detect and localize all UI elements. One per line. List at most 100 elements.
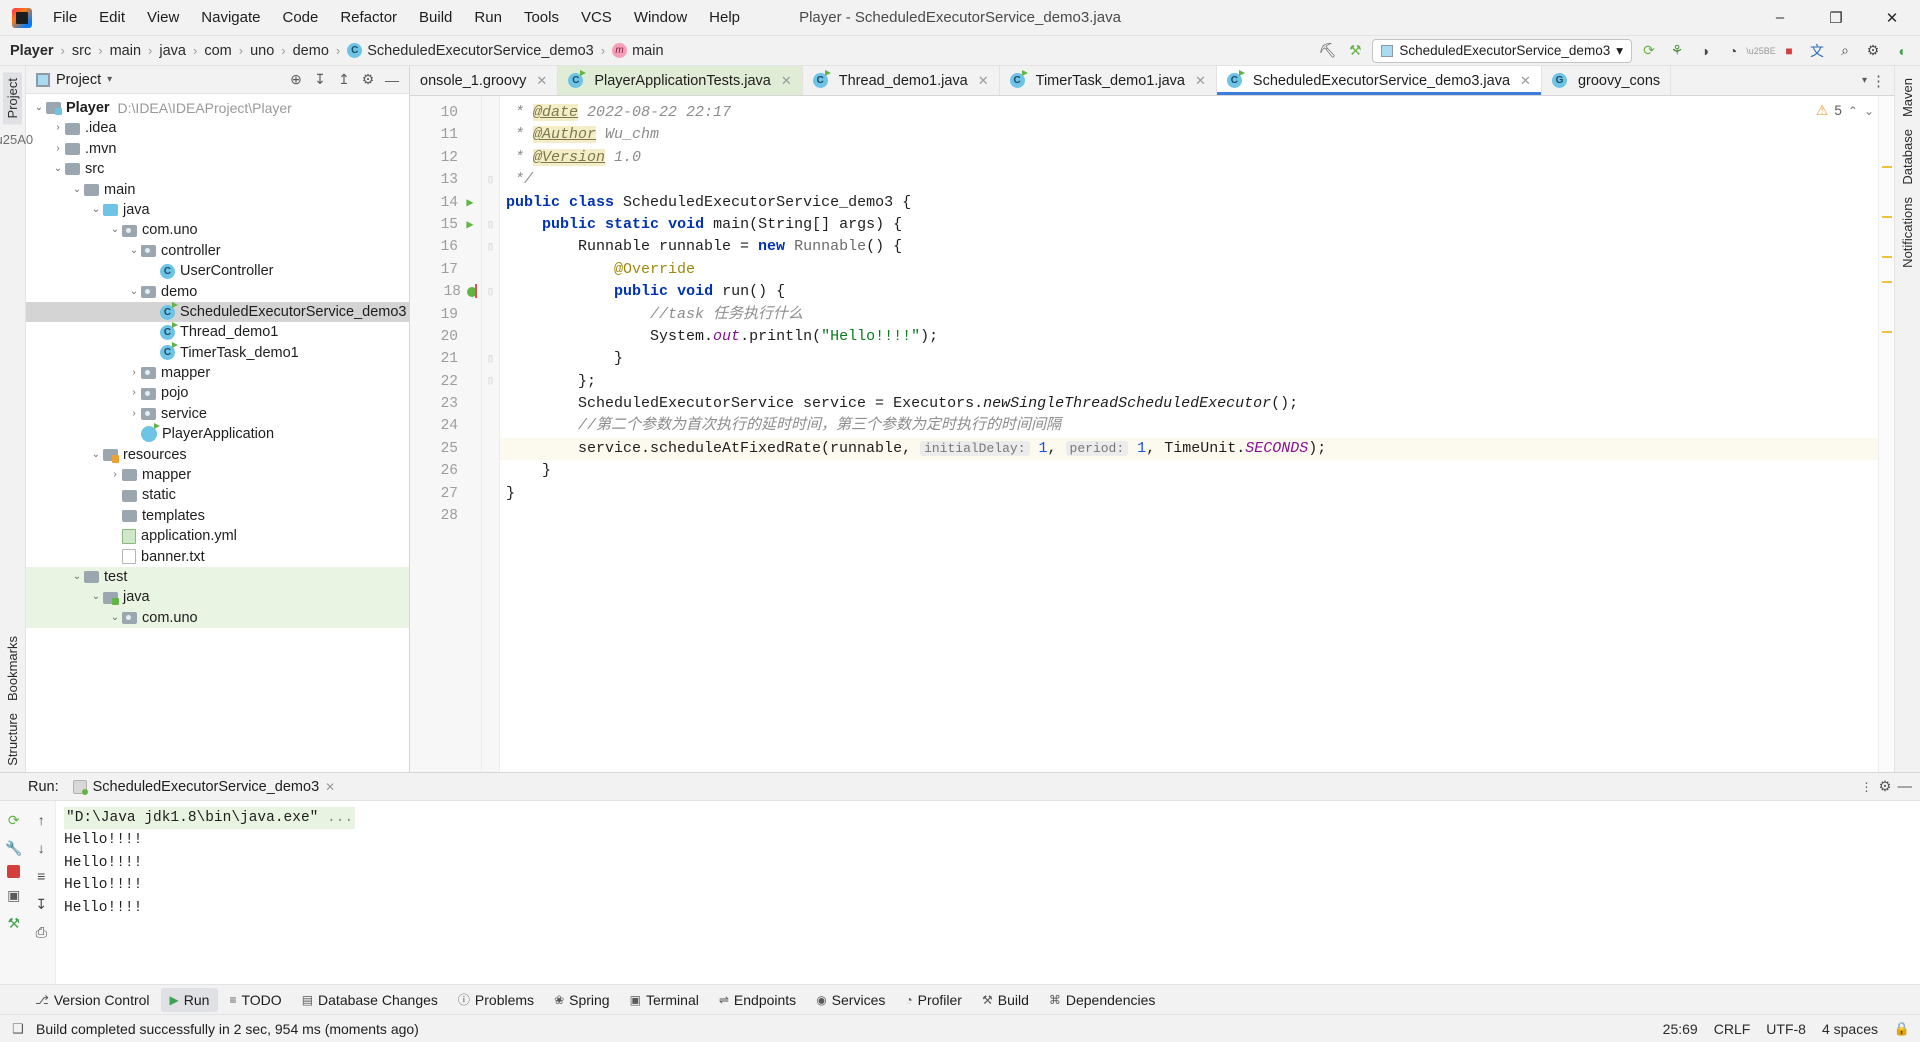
close-icon[interactable]: ✕ (978, 73, 989, 89)
chevron-right-icon[interactable]: › (51, 139, 65, 159)
fold-marker[interactable]: ⌷ (482, 236, 499, 258)
tree-node[interactable]: C TimerTask_demo1 (26, 342, 409, 363)
tree-node[interactable]: ⌄ demo (26, 282, 409, 302)
tool-window-button-notifications[interactable]: Notifications (1898, 191, 1917, 274)
tree-node[interactable]: PlayerApplication (26, 423, 409, 444)
run-console-output[interactable]: "D:\Java jdk1.8\bin\java.exe" ... Hello!!… (56, 801, 1920, 984)
tool-window-button-project[interactable]: Project (3, 72, 22, 125)
tree-node[interactable]: ⌄ com.uno (26, 220, 409, 240)
rerun-icon[interactable]: ⟳ (3, 809, 25, 831)
chevron-up-icon[interactable]: ⌃ (1848, 104, 1858, 118)
menu-vcs[interactable]: VCS (570, 5, 623, 30)
run-tab[interactable]: ScheduledExecutorService_demo3 ✕ (67, 777, 342, 797)
chevron-down-icon[interactable]: ⌄ (1864, 104, 1874, 118)
chevron-down-icon[interactable]: ⌄ (108, 220, 122, 240)
hide-icon[interactable]: — (381, 69, 403, 91)
run-gutter-icon[interactable]: ▶ (463, 214, 477, 236)
bottom-bar-version-control[interactable]: ⎇ Version Control (26, 988, 159, 1012)
ide-eval-icon[interactable]: ◖ (1890, 40, 1912, 62)
gutter-line[interactable]: 14 ▶ (410, 192, 481, 214)
editor-tab[interactable]: onsole_1.groovy ✕ (410, 66, 559, 95)
scroll-end-icon[interactable]: ↧ (30, 893, 52, 915)
code-line[interactable]: public void run() { (500, 281, 1878, 303)
fold-marker[interactable] (482, 192, 499, 214)
line-separator[interactable]: CRLF (1714, 1021, 1751, 1037)
settings-gear-icon[interactable]: ⚙ (357, 69, 379, 91)
chevron-down-icon[interactable]: ⌄ (127, 282, 141, 302)
inspection-mark[interactable] (1882, 281, 1892, 283)
tree-node[interactable]: templates (26, 506, 409, 526)
menu-refactor[interactable]: Refactor (329, 5, 408, 30)
gutter-line[interactable]: 27 (410, 483, 481, 505)
breadcrumb-src[interactable]: src (72, 43, 91, 59)
menu-window[interactable]: Window (623, 5, 698, 30)
chevron-right-icon[interactable]: › (127, 404, 141, 424)
indent-setting[interactable]: 4 spaces (1822, 1021, 1878, 1037)
breakpoint-icon[interactable] (467, 284, 477, 299)
chevron-right-icon[interactable]: › (127, 383, 141, 403)
gutter-line[interactable]: 13 (410, 169, 481, 191)
code-line[interactable]: * @Version 1.0 (500, 147, 1878, 169)
bottom-bar-database-changes[interactable]: ▤ Database Changes (293, 988, 447, 1012)
gutter-line[interactable]: 20 (410, 326, 481, 348)
menu-bar[interactable]: File Edit View Navigate Code Refactor Bu… (42, 5, 751, 30)
code-line[interactable]: //第二个参数为首次执行的延时时间，第三个参数为定时执行的时间间隔 (500, 415, 1878, 437)
chevron-down-icon[interactable]: ⌄ (89, 445, 103, 465)
fold-marker[interactable] (482, 124, 499, 146)
settings-gear-icon[interactable]: ⚙ (1862, 40, 1884, 62)
fold-marker[interactable] (482, 326, 499, 348)
tree-node[interactable]: ⌄ controller (26, 241, 409, 261)
chevron-down-icon[interactable]: \u25BE (1746, 40, 1776, 62)
settings-gear-icon[interactable]: ⚙ (1879, 779, 1892, 795)
fold-marker[interactable]: ⌷ (482, 214, 499, 236)
inspection-widget[interactable]: ⚠ 5 ⌃ ⌄ (1816, 102, 1874, 119)
menu-view[interactable]: View (136, 5, 190, 30)
breadcrumb-uno[interactable]: uno (250, 43, 274, 59)
user-settings-icon[interactable]: ⛏ (1316, 40, 1338, 62)
close-button[interactable]: ✕ (1864, 0, 1920, 36)
code-line[interactable]: service.scheduleAtFixedRate(runnable, in… (500, 437, 1878, 461)
run-gutter-icon[interactable]: ▶ (463, 192, 477, 214)
tool-window-button-database[interactable]: Database (1898, 123, 1917, 191)
chevron-down-icon[interactable]: ▾ (1862, 75, 1867, 86)
fold-marker[interactable] (482, 102, 499, 124)
close-icon[interactable]: ✕ (1520, 73, 1531, 89)
tab-options-icon[interactable]: ⋮ (1871, 72, 1886, 90)
chevron-down-icon[interactable]: ⌄ (70, 567, 84, 587)
tree-node[interactable]: › .mvn (26, 139, 409, 159)
code-line[interactable]: } (500, 460, 1878, 482)
code-line[interactable]: }; (500, 371, 1878, 393)
tree-node[interactable]: application.yml (26, 526, 409, 546)
search-everywhere-icon[interactable]: ⌕ (1834, 40, 1856, 62)
fold-marker[interactable]: ⌷ (482, 348, 499, 370)
expand-all-icon[interactable]: ↧ (309, 69, 331, 91)
bottom-bar-terminal[interactable]: ▣ Terminal (621, 988, 708, 1012)
gutter-line[interactable]: 12 (410, 147, 481, 169)
fold-marker[interactable] (482, 259, 499, 281)
chevron-right-icon[interactable]: › (51, 118, 65, 138)
breadcrumb-class[interactable]: C ScheduledExecutorService_demo3 (347, 43, 594, 59)
bottom-bar-todo[interactable]: ≡ TODO (220, 988, 290, 1012)
minimize-button[interactable]: – (1752, 0, 1808, 36)
tree-node[interactable]: ⌄ java (26, 587, 409, 608)
close-icon[interactable]: ✕ (1195, 73, 1206, 89)
code-line[interactable]: public static void main(String[] args) { (500, 214, 1878, 236)
code-line[interactable]: Runnable runnable = new Runnable() { (500, 236, 1878, 258)
editor-tab-bar[interactable]: onsole_1.groovy ✕ C PlayerApplicationTests.… (410, 66, 1894, 96)
run-configuration-selector[interactable]: ScheduledExecutorService_demo3 ▾ (1372, 38, 1632, 63)
build-hammer-icon[interactable]: ⚒ (1344, 40, 1366, 62)
file-encoding[interactable]: UTF-8 (1766, 1021, 1806, 1037)
bottom-bar-endpoints[interactable]: ⇌ Endpoints (710, 988, 805, 1012)
tree-node[interactable]: › pojo (26, 383, 409, 403)
lock-icon[interactable]: 🔒 (1894, 1021, 1910, 1037)
tree-node[interactable]: C UserController (26, 261, 409, 281)
scroll-up-icon[interactable]: ↑ (30, 809, 52, 831)
gutter-line[interactable]: 22 (410, 371, 481, 393)
folder-icon[interactable]: \u25A0 (0, 130, 33, 148)
bottom-bar-dependencies[interactable]: ⌘ Dependencies (1040, 988, 1165, 1012)
menu-file[interactable]: File (42, 5, 88, 30)
menu-tools[interactable]: Tools (513, 5, 570, 30)
menu-code[interactable]: Code (271, 5, 329, 30)
close-icon[interactable]: ✕ (325, 780, 335, 794)
stop-icon[interactable] (7, 865, 21, 878)
